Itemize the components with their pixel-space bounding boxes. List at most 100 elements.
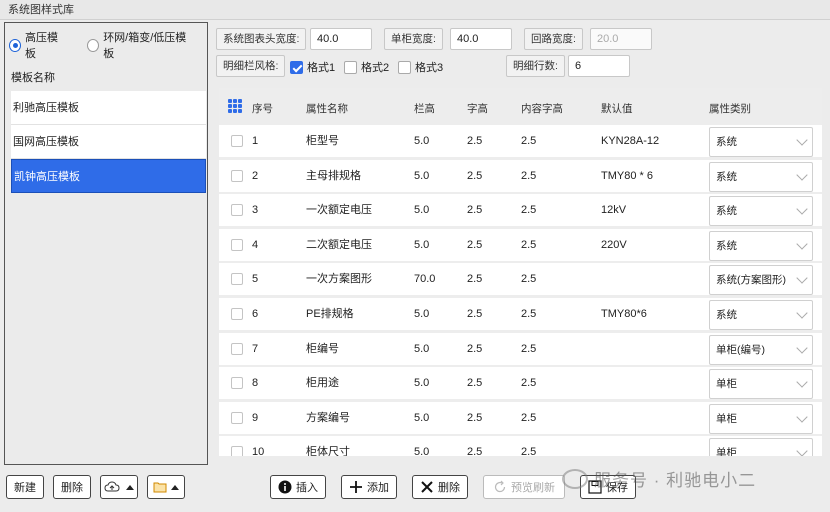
cell-default: 220V [601, 238, 627, 251]
table-row[interactable]: 4 二次额定电压 5.0 2.5 2.5 220V 系统 [219, 228, 822, 261]
table-row[interactable]: 8 柜用途 5.0 2.5 2.5 单柜 [219, 367, 822, 400]
cell-content-font-height: 2.5 [521, 377, 537, 390]
radio-high-voltage-label[interactable]: 高压模板 [25, 29, 65, 61]
category-select[interactable]: 系统 [709, 196, 813, 227]
table-row[interactable]: 6 PE排规格 5.0 2.5 2.5 TMY80*6 系统 [219, 298, 822, 330]
cell-font-height: 2.5 [467, 377, 483, 390]
chevron-down-icon [796, 341, 808, 354]
category-select[interactable]: 系统 [709, 230, 813, 261]
table-row[interactable]: 5 一次方案图形 70.0 2.5 2.5 系统(方案图形) [219, 263, 822, 296]
row-checkbox[interactable] [231, 342, 243, 355]
header-height: 栏高 [414, 103, 435, 115]
template-item[interactable]: 国网高压模板 [11, 125, 206, 159]
header-category: 属性类别 [709, 103, 751, 115]
table-row[interactable]: 1 柜型号 5.0 2.5 2.5 KYN28A-12 系统 [219, 125, 822, 157]
template-item-selected[interactable]: 凯钟高压模板 [11, 159, 206, 193]
category-select[interactable]: 系统 [709, 300, 813, 330]
cell-default: TMY80*6 [601, 308, 647, 320]
cabinet-width-input[interactable]: 40.0 [450, 28, 512, 50]
template-item[interactable]: 利驰高压模板 [11, 91, 206, 125]
category-select[interactable]: 系统 [709, 161, 813, 192]
row-checkbox[interactable] [231, 411, 243, 424]
refresh-icon [494, 480, 506, 493]
style-3-checkbox[interactable] [398, 60, 411, 74]
radio-high-voltage[interactable] [9, 38, 22, 52]
category-select-value: 系统 [716, 205, 737, 218]
row-checkbox[interactable] [231, 169, 243, 182]
category-select[interactable]: 系统 [709, 127, 813, 157]
table-row[interactable]: 7 柜编号 5.0 2.5 2.5 单柜(编号) [219, 332, 822, 365]
table-row[interactable]: 10 柜体尺寸 5.0 2.5 2.5 单柜 [219, 436, 822, 456]
style-option-2[interactable]: 格式2 [344, 59, 389, 75]
cell-content-font-height: 2.5 [521, 204, 537, 217]
cell-font-height: 2.5 [467, 308, 483, 320]
cell-no: 9 [252, 411, 259, 424]
column-settings-icon[interactable] [228, 99, 242, 113]
cell-content-font-height: 2.5 [521, 273, 537, 286]
close-icon [421, 481, 433, 493]
cell-font-height: 2.5 [467, 273, 483, 286]
row-checkbox[interactable] [231, 273, 243, 286]
cell-no: 8 [252, 377, 259, 390]
cell-height: 5.0 [414, 377, 430, 390]
cell-name: 柜用途 [306, 377, 339, 390]
delete-template-button[interactable]: 删除 [53, 475, 91, 499]
cell-content-font-height: 2.5 [521, 169, 537, 182]
window-title: 系统图样式库 [0, 0, 830, 20]
style-option-1[interactable]: 格式1 [290, 59, 335, 75]
detail-rows-input[interactable]: 6 [568, 55, 630, 77]
style-1-checkbox[interactable] [290, 60, 303, 74]
chevron-down-icon [796, 272, 808, 285]
cell-height: 5.0 [414, 308, 430, 320]
delete-row-button[interactable]: 删除 [412, 475, 468, 499]
insert-label: 插入 [296, 482, 318, 494]
cell-no: 3 [252, 204, 259, 217]
chevron-down-icon [796, 411, 808, 423]
cell-content-font-height: 2.5 [521, 446, 537, 456]
radio-ring-network[interactable] [87, 38, 100, 52]
cell-default: KYN28A-12 [601, 135, 660, 147]
upload-button[interactable] [100, 475, 138, 499]
header-no: 序号 [252, 103, 273, 115]
row-checkbox[interactable] [231, 238, 243, 251]
table-row[interactable]: 2 主母排规格 5.0 2.5 2.5 TMY80 * 6 系统 [219, 159, 822, 192]
cabinet-width-label: 单柜宽度: [384, 28, 443, 50]
insert-button[interactable]: 插入 [270, 475, 326, 499]
row-checkbox[interactable] [231, 135, 243, 147]
cell-height: 5.0 [414, 169, 430, 182]
row-checkbox[interactable] [231, 308, 243, 320]
cell-content-font-height: 2.5 [521, 342, 537, 355]
header-width-input[interactable]: 40.0 [310, 28, 372, 50]
export-button[interactable] [147, 475, 185, 499]
style-2-checkbox[interactable] [344, 60, 357, 74]
add-button[interactable]: 添加 [341, 475, 397, 499]
cell-height: 5.0 [414, 446, 430, 456]
row-checkbox[interactable] [231, 377, 243, 390]
chevron-down-icon [796, 203, 808, 215]
category-select[interactable]: 单柜 [709, 403, 813, 434]
info-icon [278, 480, 292, 494]
category-select[interactable]: 单柜 [709, 438, 813, 456]
cell-font-height: 2.5 [467, 204, 483, 217]
chevron-down-icon [796, 238, 808, 250]
cell-default: 12kV [601, 204, 627, 217]
circuit-width-input: 20.0 [590, 28, 652, 50]
header-default: 默认值 [601, 103, 633, 115]
cell-height: 70.0 [414, 273, 436, 286]
category-select[interactable]: 系统(方案图形) [709, 265, 813, 296]
radio-ring-network-label[interactable]: 环网/箱变/低压模板 [103, 29, 189, 61]
style-3-label: 格式3 [415, 62, 444, 74]
new-template-button[interactable]: 新建 [6, 475, 44, 499]
category-select[interactable]: 单柜(编号) [709, 334, 813, 365]
row-checkbox[interactable] [231, 446, 243, 456]
category-select[interactable]: 单柜 [709, 369, 813, 400]
delete-row-label: 删除 [438, 482, 460, 494]
table-row[interactable]: 9 方案编号 5.0 2.5 2.5 单柜 [219, 401, 822, 434]
template-list-header: 模板名称 [11, 72, 55, 84]
cell-no: 6 [252, 308, 259, 320]
cell-no: 1 [252, 135, 259, 147]
table-row[interactable]: 3 一次额定电压 5.0 2.5 2.5 12kV 系统 [219, 194, 822, 227]
template-type-radios: 高压模板 环网/箱变/低压模板 [9, 29, 207, 61]
row-checkbox[interactable] [231, 204, 243, 217]
style-option-3[interactable]: 格式3 [398, 59, 443, 75]
